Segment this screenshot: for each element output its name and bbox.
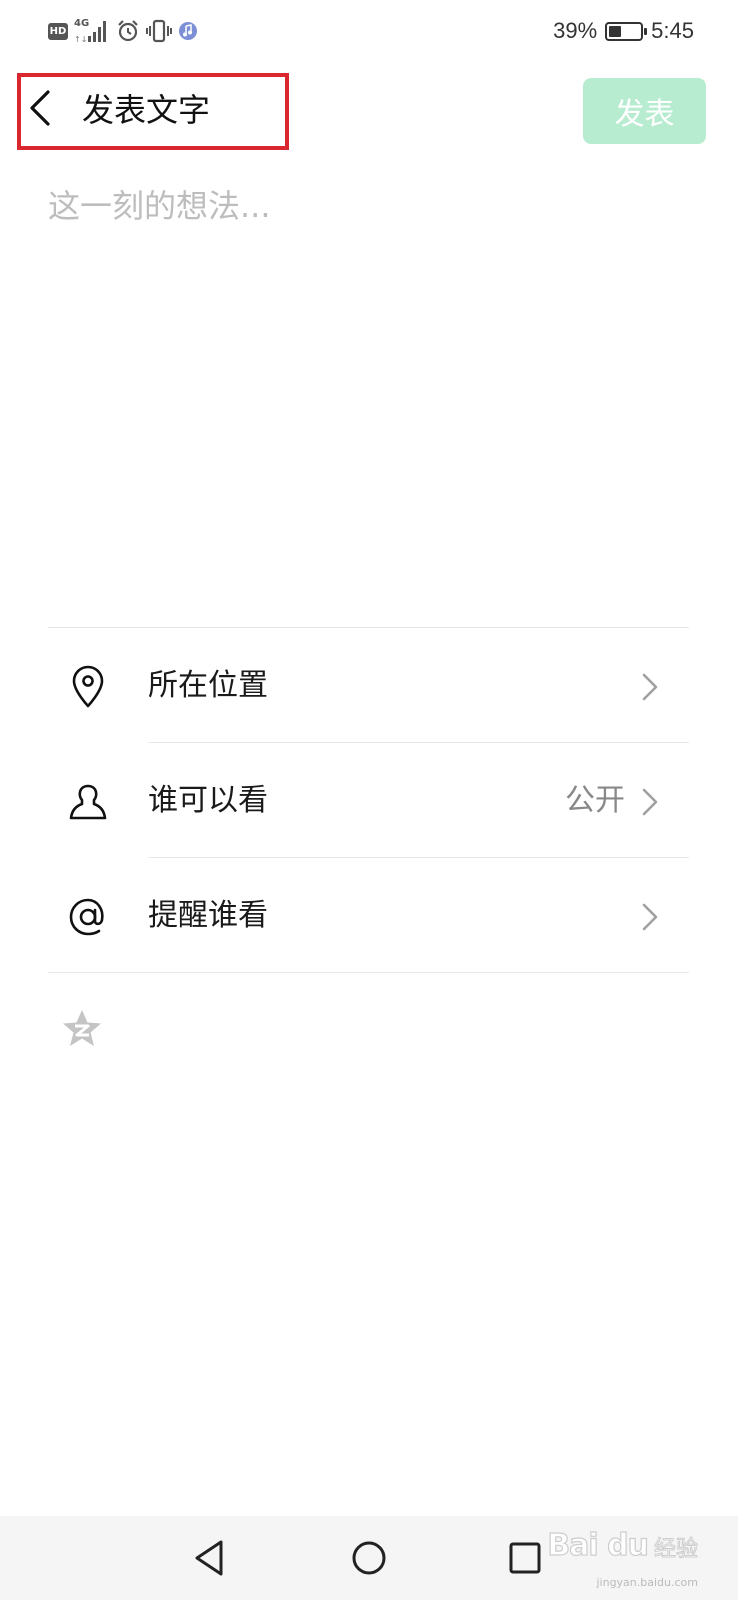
option-label: 提醒谁看 xyxy=(148,898,268,933)
header: 发表文字 发表 xyxy=(0,64,738,156)
page-title: 发表文字 xyxy=(82,91,211,129)
qzone-star-icon[interactable] xyxy=(60,1008,104,1050)
svg-text:↑↓: ↑↓ xyxy=(74,35,87,44)
option-label: 所在位置 xyxy=(148,668,268,703)
option-list: 所在位置 谁可以看 公开 提醒谁看 xyxy=(48,628,689,973)
hd-label: HD xyxy=(49,25,67,37)
watermark-suffix: 经验 xyxy=(653,1537,698,1563)
chevron-right-icon xyxy=(642,788,658,816)
baidu-watermark: Bai du 经验 xyxy=(547,1527,699,1563)
status-bar: HD 4G ↑↓ 39% 5:45 xyxy=(0,0,738,64)
chevron-right-icon xyxy=(642,673,658,701)
location-pin-icon xyxy=(72,665,104,708)
watermark-brand: Bai du xyxy=(547,1527,650,1563)
chevron-right-icon xyxy=(642,903,658,931)
battery-percent: 39% xyxy=(553,18,598,43)
vibrate-icon xyxy=(146,19,172,43)
status-icons-left: HD 4G ↑↓ xyxy=(48,18,198,44)
at-sign-icon xyxy=(69,898,104,936)
option-visibility[interactable]: 谁可以看 公开 xyxy=(48,743,689,858)
back-arrow-icon[interactable] xyxy=(26,86,54,130)
status-icons-right: 39% 5:45 xyxy=(553,16,694,46)
option-label: 谁可以看 xyxy=(148,783,268,818)
battery-icon xyxy=(605,21,648,41)
publish-button[interactable]: 发表 xyxy=(583,78,706,144)
nav-home-icon[interactable] xyxy=(347,1536,391,1580)
nav-back-icon[interactable] xyxy=(189,1536,233,1580)
battery-fill xyxy=(609,25,621,37)
nav-recent-apps-icon[interactable] xyxy=(503,1536,547,1580)
alarm-icon xyxy=(118,20,138,42)
person-icon xyxy=(69,784,107,820)
music-app-icon xyxy=(179,22,197,40)
compose-input[interactable] xyxy=(48,184,688,584)
clock: 5:45 xyxy=(651,18,694,43)
option-location[interactable]: 所在位置 xyxy=(48,628,689,743)
option-mention[interactable]: 提醒谁看 xyxy=(48,858,689,973)
watermark-url: jingyan.baidu.com xyxy=(596,1576,698,1589)
hd-icon: HD xyxy=(48,22,68,40)
row-divider xyxy=(48,972,689,973)
network-type-label: 4G xyxy=(74,18,90,29)
signal-icon: 4G ↑↓ xyxy=(74,18,110,44)
option-value: 公开 xyxy=(565,783,625,818)
